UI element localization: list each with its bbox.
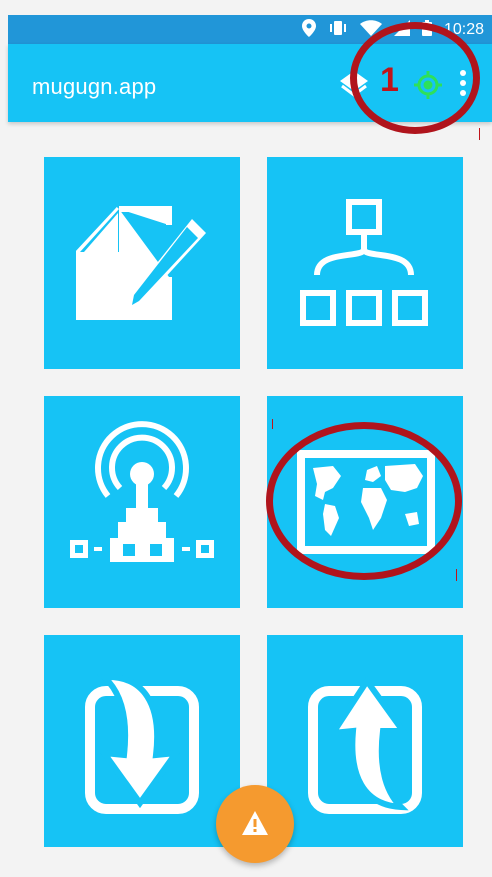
tile-map[interactable]	[267, 396, 463, 608]
battery-icon	[421, 19, 432, 41]
gps-count: 1	[380, 61, 399, 99]
antenna-icon	[70, 421, 214, 562]
signal-icon	[393, 19, 410, 41]
note-edit-icon	[76, 206, 206, 320]
export-icon	[308, 675, 422, 814]
tile-export[interactable]	[267, 635, 463, 847]
layers-icon[interactable]	[338, 69, 370, 104]
app-title: mugugn.app	[32, 74, 157, 99]
tile-forms[interactable]	[267, 157, 463, 369]
tile-import[interactable]	[44, 635, 240, 847]
hierarchy-icon	[300, 199, 428, 326]
tile-tracking[interactable]	[44, 396, 240, 608]
location-icon	[301, 18, 316, 42]
app-bar: mugugn.app 1	[8, 44, 492, 122]
clock: 10:28	[443, 21, 484, 38]
import-icon	[85, 673, 199, 814]
annotation-mark	[272, 419, 273, 429]
warning-icon	[242, 811, 268, 835]
annotation-mark	[456, 569, 457, 581]
status-bar: 10:28	[8, 15, 492, 44]
gps-icon[interactable]	[413, 70, 443, 105]
alert-fab[interactable]	[216, 785, 294, 863]
more-vert-icon[interactable]	[458, 68, 468, 103]
annotation-mark	[479, 128, 480, 140]
wifi-icon	[359, 19, 382, 41]
world-map-icon	[297, 450, 435, 554]
tile-notes[interactable]	[44, 157, 240, 369]
vibrate-icon	[328, 20, 348, 41]
